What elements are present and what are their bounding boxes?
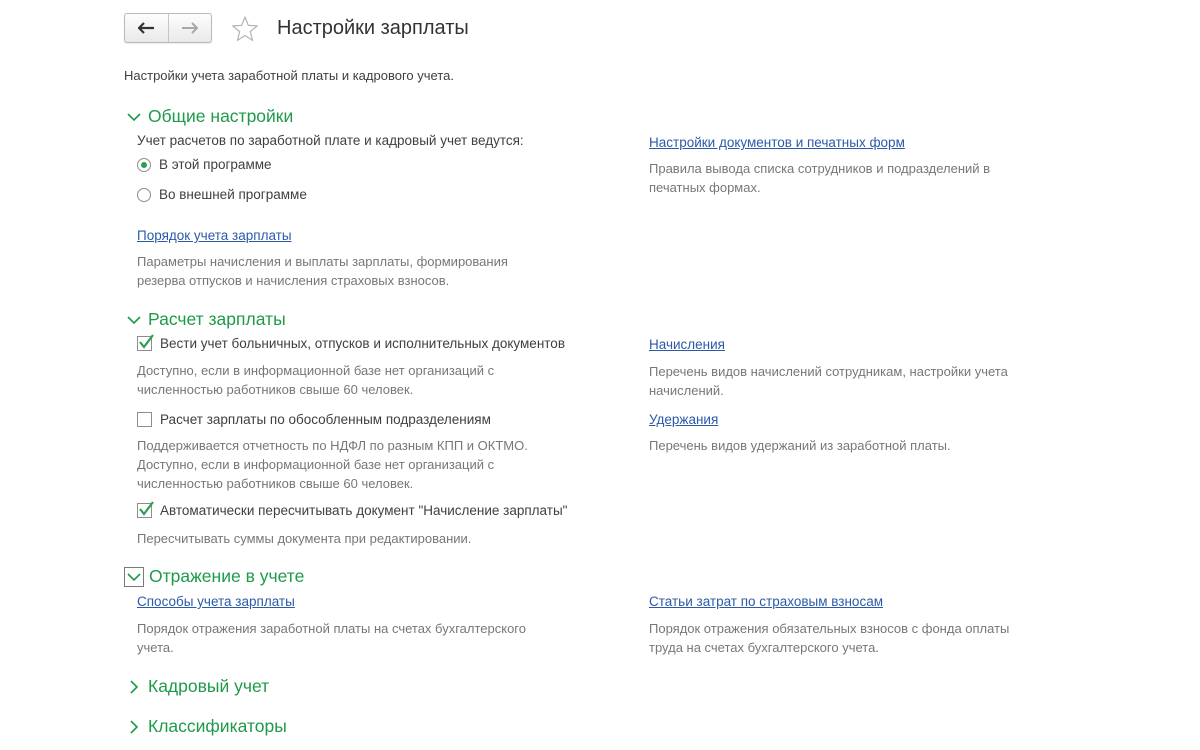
section-title: Отражение в учете xyxy=(149,566,305,586)
chevron-down-icon xyxy=(124,107,144,127)
checkbox-checked[interactable] xyxy=(137,501,154,518)
link-document-settings[interactable]: Настройки документов и печатных форм xyxy=(649,135,905,150)
checkbox-sick-leave-vacations[interactable]: Вести учет больничных, отпусков и исполн… xyxy=(137,334,565,351)
insurance-cost-items-description: Порядок отражения обязательных взносов с… xyxy=(649,621,1010,655)
link-payroll-accounting-methods[interactable]: Способы учета зарплаты xyxy=(137,594,295,609)
auto-recalculate-description: Пересчитывать суммы документа при редакт… xyxy=(137,531,472,546)
section-title: Общие настройки xyxy=(148,106,294,126)
checkbox-separate-divisions[interactable]: Расчет зарплаты по обособленным подразде… xyxy=(137,412,491,427)
radio-button-selected[interactable] xyxy=(137,157,151,172)
chevron-down-icon xyxy=(124,310,144,330)
accruals-description: Перечень видов начислений сотрудникам, н… xyxy=(649,364,1008,398)
payroll-methods-description: Порядок отражения заработной платы на сч… xyxy=(137,621,526,655)
link-insurance-cost-items[interactable]: Статьи затрат по страховым взносам xyxy=(649,594,883,609)
link-payroll-order[interactable]: Порядок учета зарплаты xyxy=(137,228,292,243)
sick-leave-description: Доступно, если в информационной базе нет… xyxy=(137,363,495,397)
favorite-star-button[interactable] xyxy=(231,15,259,43)
checkbox-checked[interactable] xyxy=(137,334,154,351)
checkmark-icon xyxy=(139,501,154,516)
accounting-question: Учет расчетов по заработной плате и кадр… xyxy=(137,133,524,148)
deductions-description: Перечень видов удержаний из заработной п… xyxy=(649,438,951,453)
chevron-right-icon xyxy=(124,717,144,737)
radio-external-program[interactable]: Во внешней программе xyxy=(137,187,307,202)
intro-text: Настройки учета заработной платы и кадро… xyxy=(124,68,454,83)
chevron-right-icon xyxy=(124,677,144,697)
section-payroll-header[interactable]: Расчет зарплаты xyxy=(124,309,286,330)
link-deductions[interactable]: Удержания xyxy=(649,412,718,427)
checkbox-auto-recalculate[interactable]: Автоматически пересчитывать документ "На… xyxy=(137,501,568,518)
separate-divisions-description: Поддерживается отчетность по НДФЛ по раз… xyxy=(137,438,528,491)
navigation-buttons xyxy=(124,13,212,43)
chevron-down-icon xyxy=(124,566,144,587)
checkbox-label: Расчет зарплаты по обособленным подразде… xyxy=(160,412,491,427)
section-title: Классификаторы xyxy=(148,716,287,736)
section-hr-header[interactable]: Кадровый учет xyxy=(124,676,269,697)
back-button[interactable] xyxy=(125,14,168,42)
payroll-order-description: Параметры начисления и выплаты зарплаты,… xyxy=(137,254,508,288)
document-settings-description: Правила вывода списка сотрудников и подр… xyxy=(649,161,991,195)
checkmark-icon xyxy=(139,334,154,349)
radio-label: Во внешней программе xyxy=(159,187,307,202)
forward-button[interactable] xyxy=(167,14,212,42)
checkbox[interactable] xyxy=(137,412,152,427)
link-accruals[interactable]: Начисления xyxy=(649,337,725,352)
section-title: Расчет зарплаты xyxy=(148,309,286,329)
section-general-header[interactable]: Общие настройки xyxy=(124,106,293,127)
star-icon xyxy=(232,16,258,41)
section-accounting-header[interactable]: Отражение в учете xyxy=(124,566,304,587)
radio-this-program[interactable]: В этой программе xyxy=(137,157,272,172)
arrow-left-icon xyxy=(138,22,155,34)
checkbox-label: Вести учет больничных, отпусков и исполн… xyxy=(160,336,565,351)
radio-button[interactable] xyxy=(137,187,151,202)
radio-label: В этой программе xyxy=(159,157,272,172)
checkbox-label: Автоматически пересчитывать документ "На… xyxy=(160,503,568,518)
section-classifiers-header[interactable]: Классификаторы xyxy=(124,716,287,737)
arrow-right-icon xyxy=(181,22,198,34)
page-title: Настройки зарплаты xyxy=(277,17,469,39)
section-title: Кадровый учет xyxy=(148,676,270,696)
